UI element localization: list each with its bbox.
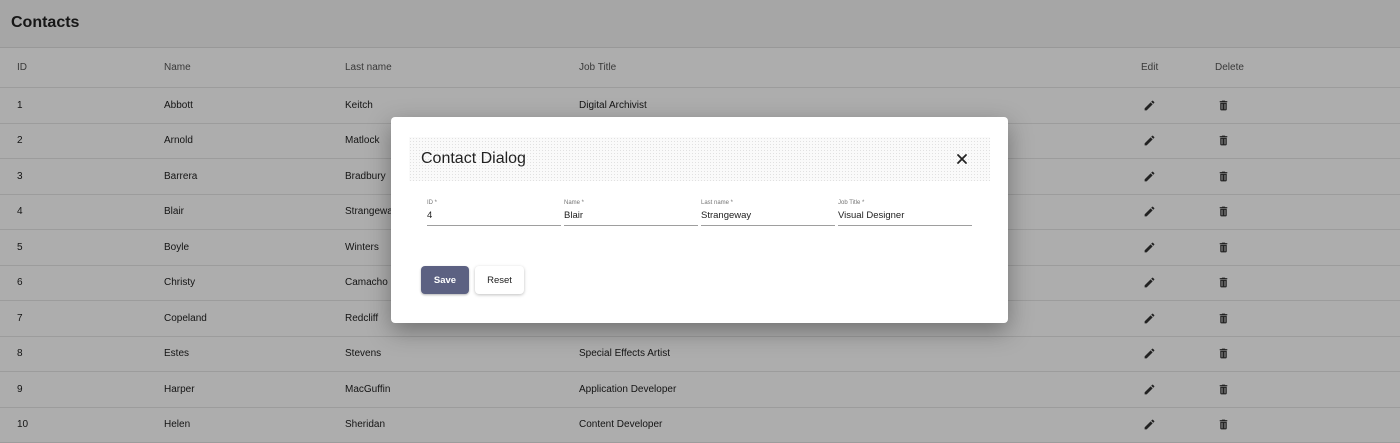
name-field-value[interactable]: Blair: [564, 210, 583, 221]
last-name-field-value[interactable]: Strangeway: [701, 210, 751, 221]
save-button[interactable]: Save: [421, 266, 469, 294]
name-field[interactable]: Name * Blair: [564, 200, 698, 226]
close-icon[interactable]: [955, 152, 969, 166]
dialog-title: Contact Dialog: [421, 150, 526, 167]
reset-button[interactable]: Reset: [475, 266, 524, 294]
id-field-value[interactable]: 4: [427, 210, 432, 221]
last-name-field-label: Last name *: [701, 200, 734, 206]
name-field-label: Name *: [564, 200, 585, 206]
id-field-label: ID *: [427, 200, 438, 206]
job-title-field-label: Job Title *: [838, 200, 865, 206]
last-name-field[interactable]: Last name * Strangeway: [701, 200, 835, 226]
job-title-field-value[interactable]: Visual Designer: [838, 210, 904, 221]
id-field[interactable]: ID * 4: [427, 200, 561, 226]
dialog-header: Contact Dialog: [409, 137, 990, 181]
contact-dialog: Contact Dialog ID * 4 Name * Blair Last …: [391, 117, 1008, 323]
job-title-field[interactable]: Job Title * Visual Designer: [838, 200, 972, 226]
